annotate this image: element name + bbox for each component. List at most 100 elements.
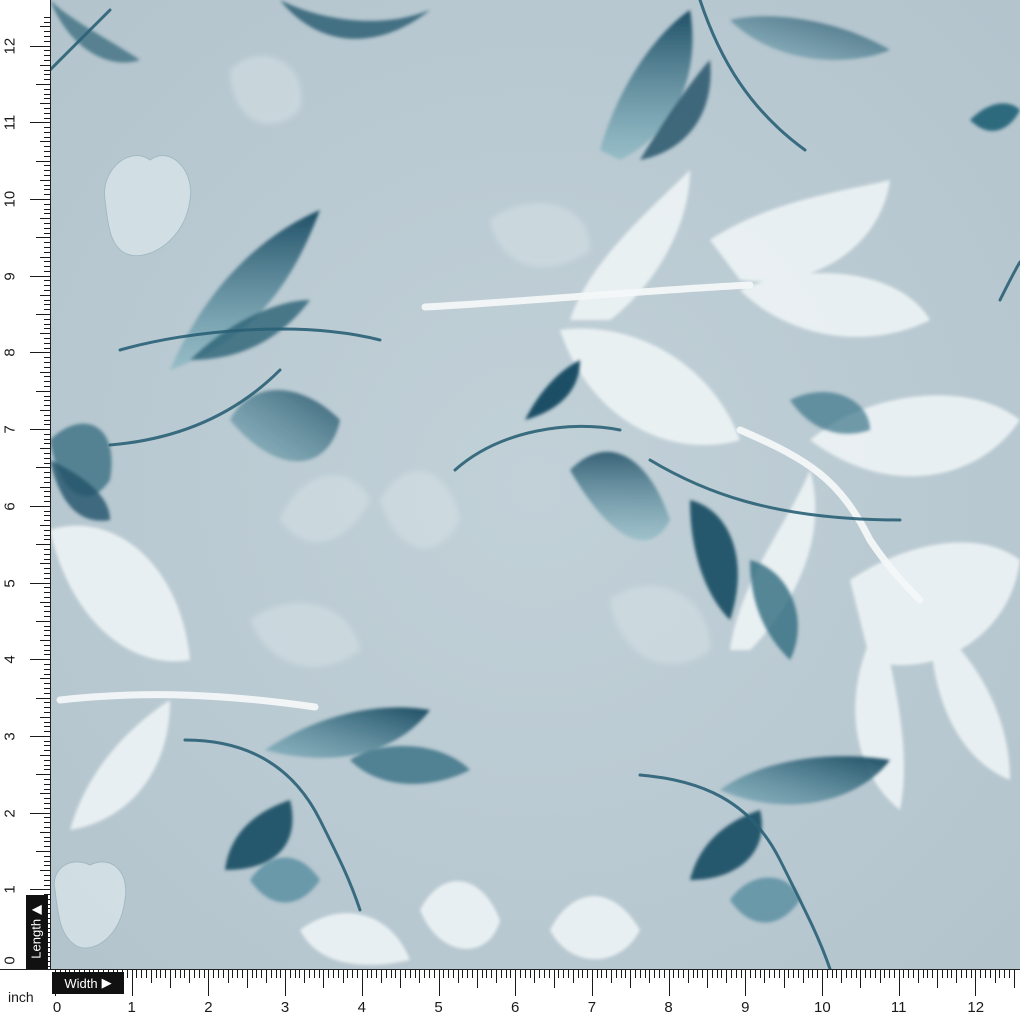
ruler-tick xyxy=(44,184,50,186)
ruler-tick xyxy=(44,155,50,157)
width-number: 7 xyxy=(587,999,597,1016)
length-number: 7 xyxy=(1,425,19,434)
ruler-tick xyxy=(174,970,176,978)
ruler-tick xyxy=(44,568,50,570)
ruler-tick xyxy=(44,711,50,713)
ruler-tick xyxy=(937,970,939,988)
ruler-tick xyxy=(44,592,50,594)
ruler-tick xyxy=(44,817,50,819)
ruler-tick xyxy=(376,970,378,978)
ruler-tick xyxy=(217,970,219,978)
ruler-tick xyxy=(913,970,915,978)
ruler-tick xyxy=(30,275,50,277)
ruler-tick xyxy=(654,970,656,978)
length-number: 10 xyxy=(1,190,19,208)
ruler-tick xyxy=(40,26,50,28)
ruler-tick xyxy=(400,970,402,988)
ruler-tick xyxy=(419,970,421,983)
width-number: 6 xyxy=(511,999,520,1016)
width-number: 11 xyxy=(890,999,907,1016)
ruler-tick xyxy=(44,136,50,138)
ruler-tick xyxy=(44,453,50,455)
ruler-tick xyxy=(702,970,704,978)
ruler-tick xyxy=(256,970,258,978)
ruler-tick xyxy=(927,970,929,978)
ruler-tick xyxy=(380,970,382,983)
ruler-tick xyxy=(44,170,50,172)
ruler-tick xyxy=(836,970,838,978)
ruler-tick xyxy=(44,16,50,18)
width-number: 1 xyxy=(127,999,136,1016)
ruler-tick xyxy=(280,970,282,978)
ruler-tick xyxy=(36,544,50,546)
ruler-tick xyxy=(44,270,50,272)
ruler-tick xyxy=(44,318,50,320)
ruler-tick xyxy=(558,970,560,978)
ruler-tick xyxy=(44,606,50,608)
ruler-tick xyxy=(227,970,229,983)
ruler-tick xyxy=(457,970,459,983)
ruler-tick xyxy=(36,314,50,316)
ruler-tick xyxy=(44,189,50,191)
ruler-tick xyxy=(44,539,50,541)
width-number: 10 xyxy=(814,999,831,1016)
ruler-tick xyxy=(730,970,732,978)
ruler-tick xyxy=(40,179,50,181)
width-label: Width xyxy=(64,975,98,991)
ruler-tick xyxy=(44,21,50,23)
ruler-tick xyxy=(40,755,50,757)
ruler-tick xyxy=(289,970,291,978)
ruler-tick xyxy=(812,970,814,978)
ruler-tick xyxy=(596,970,598,978)
ruler-tick xyxy=(36,467,50,469)
ruler-tick xyxy=(44,616,50,618)
width-number: 3 xyxy=(280,999,290,1016)
ruler-tick xyxy=(44,323,50,325)
ruler-tick xyxy=(44,419,50,421)
ruler-tick xyxy=(539,970,541,978)
ruler-tick xyxy=(764,970,766,983)
ruler-tick xyxy=(462,970,464,978)
ruler-tick xyxy=(44,846,50,848)
ruler-tick xyxy=(44,663,50,665)
ruler-tick xyxy=(141,970,143,978)
ruler-tick xyxy=(582,970,584,978)
ruler-tick xyxy=(510,970,512,978)
ruler-tick xyxy=(241,970,243,978)
ruler-tick xyxy=(44,548,50,550)
width-number: 2 xyxy=(204,999,213,1016)
ruler-tick xyxy=(323,970,325,988)
ruler-tick xyxy=(44,874,50,876)
ruler-tick xyxy=(44,266,50,268)
length-number: 9 xyxy=(1,272,19,281)
ruler-tick xyxy=(635,970,637,978)
ruler-tick xyxy=(44,731,50,733)
ruler-tick xyxy=(649,970,651,983)
length-number: 0 xyxy=(1,956,19,965)
ruler-tick xyxy=(44,74,50,76)
length-label-tag: Length ▶ xyxy=(26,895,48,969)
ruler-tick xyxy=(36,620,50,622)
ruler-tick xyxy=(975,970,977,996)
ruler-tick xyxy=(615,970,617,978)
ruler-tick xyxy=(232,970,234,978)
ruler-tick xyxy=(304,970,306,983)
ruler-tick xyxy=(44,151,50,153)
ruler-tick xyxy=(44,131,50,133)
ruler-tick xyxy=(850,970,852,978)
ruler-tick xyxy=(333,970,335,978)
ruler-tick xyxy=(44,472,50,474)
ruler-tick xyxy=(481,970,483,978)
ruler-tick xyxy=(44,649,50,651)
ruler-tick xyxy=(44,59,50,61)
ruler-tick xyxy=(438,970,440,996)
ruler-tick xyxy=(44,707,50,709)
ruler-tick xyxy=(44,625,50,627)
length-number: 3 xyxy=(1,732,19,741)
ruler-tick xyxy=(591,970,593,996)
ruler-tick xyxy=(44,107,50,109)
ruler-tick xyxy=(44,798,50,800)
ruler-tick xyxy=(414,970,416,978)
ruler-tick xyxy=(994,970,996,983)
ruler-tick xyxy=(860,970,862,988)
